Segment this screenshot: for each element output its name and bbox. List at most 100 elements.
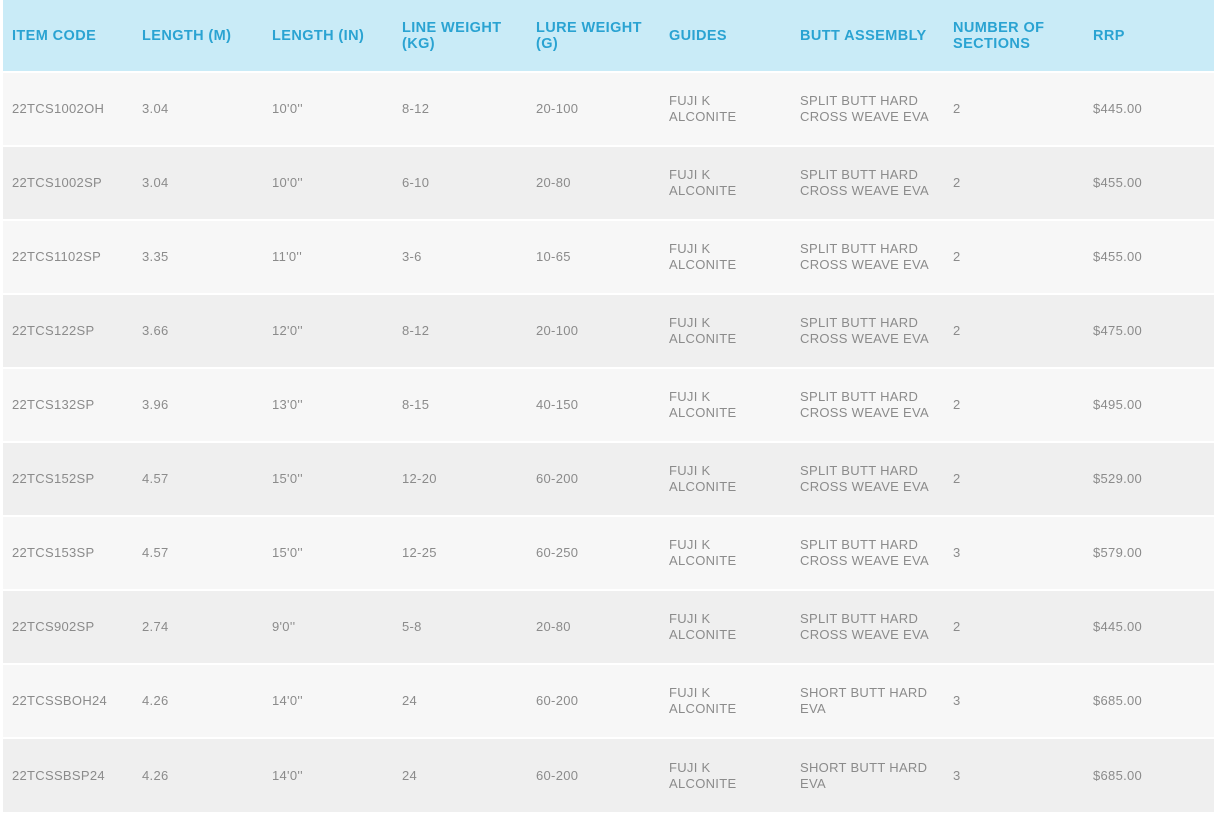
cell-line-weight: 3-6	[393, 219, 527, 294]
butt-line2: CROSS WEAVE EVA	[800, 405, 929, 420]
butt-line1: SPLIT BUTT HARD	[800, 315, 919, 330]
header-label-line1: LENGTH (IN)	[272, 27, 365, 44]
cell-length-in: 10'0''	[263, 145, 393, 220]
butt-line1: SPLIT BUTT HARD	[800, 167, 919, 182]
cell-line-weight: 8-15	[393, 367, 527, 442]
cell-item-code: 22TCS132SP	[3, 367, 133, 442]
cell-lure-weight: 60-200	[527, 441, 660, 516]
butt-line2: CROSS WEAVE EVA	[800, 257, 929, 272]
table-row: 22TCS152SP 4.57 15'0'' 12-20 60-200 FUJI K ALC…	[3, 441, 1214, 516]
cell-length-in: 14'0''	[263, 737, 393, 812]
cell-guides: FUJI K ALCONITE	[660, 441, 791, 516]
table-body: 22TCS1002OH 3.04 10'0'' 8-12 20-100 FUJI K ALC…	[3, 71, 1214, 812]
butt-line1: SPLIT BUTT HARD	[800, 241, 919, 256]
header-butt-assembly: BUTT ASSEMBLY	[791, 0, 944, 72]
cell-lure-weight: 20-80	[527, 145, 660, 220]
header-length-m: LENGTH (M)	[133, 0, 263, 72]
header-label-line1: LENGTH (M)	[142, 27, 232, 44]
guides-line1: FUJI K	[669, 759, 711, 775]
guides-line1: FUJI K	[669, 315, 711, 330]
cell-length-m: 3.66	[133, 293, 263, 368]
header-line-weight: LINE WEIGHT (KG)	[393, 0, 527, 72]
cell-guides: FUJI K ALCONITE	[660, 293, 791, 368]
cell-butt-assembly: SHORT BUTT HARD EVA	[791, 737, 944, 812]
guides-line2: ALCONITE	[669, 775, 737, 791]
cell-length-m: 3.04	[133, 145, 263, 220]
header-label-line2: (G)	[536, 35, 559, 52]
cell-sections: 2	[944, 367, 1084, 442]
table-row: 22TCS1102SP 3.35 11'0'' 3-6 10-65 FUJI K ALCON…	[3, 219, 1214, 294]
cell-lure-weight: 20-100	[527, 293, 660, 368]
cell-sections: 2	[944, 589, 1084, 664]
guides-line1: FUJI K	[669, 463, 711, 478]
table-row: 22TCS132SP 3.96 13'0'' 8-15 40-150 FUJI K ALCO…	[3, 367, 1214, 442]
cell-rrp: $579.00	[1084, 515, 1214, 590]
butt-line1: SPLIT BUTT HARD	[800, 611, 919, 626]
cell-length-m: 3.35	[133, 219, 263, 294]
header-row: ITEM CODE LENGTH (M) LENGTH (IN) LINE WEIGH…	[3, 0, 1214, 72]
cell-sections: 2	[944, 219, 1084, 294]
cell-item-code: 22TCS152SP	[3, 441, 133, 516]
cell-rrp: $475.00	[1084, 293, 1214, 368]
cell-length-m: 2.74	[133, 589, 263, 664]
cell-length-m: 3.96	[133, 367, 263, 442]
cell-length-in: 12'0''	[263, 293, 393, 368]
cell-line-weight: 24	[393, 663, 527, 738]
cell-lure-weight: 60-200	[527, 737, 660, 812]
cell-item-code: 22TCSSBSP24	[3, 737, 133, 812]
header-number-of-sections: NUMBER OF SECTIONS	[944, 0, 1084, 72]
cell-butt-assembly: SPLIT BUTT HARD CROSS WEAVE EVA	[791, 293, 944, 368]
cell-item-code: 22TCSSBOH24	[3, 663, 133, 738]
cell-sections: 2	[944, 293, 1084, 368]
cell-sections: 3	[944, 515, 1084, 590]
butt-line1: SPLIT BUTT HARD	[800, 389, 919, 404]
header-label-line1: RRP	[1093, 27, 1125, 44]
cell-guides: FUJI K ALCONITE	[660, 71, 791, 146]
butt-line2: EVA	[800, 775, 826, 791]
table-row: 22TCS902SP 2.74 9'0'' 5-8 20-80 FUJI K ALCONIT…	[3, 589, 1214, 664]
cell-length-in: 14'0''	[263, 663, 393, 738]
cell-item-code: 22TCS1102SP	[3, 219, 133, 294]
rod-spec-table: ITEM CODE LENGTH (M) LENGTH (IN) LINE WEIGH…	[3, 0, 1214, 812]
cell-butt-assembly: SPLIT BUTT HARD CROSS WEAVE EVA	[791, 145, 944, 220]
cell-lure-weight: 60-200	[527, 663, 660, 738]
guides-line2: ALCONITE	[669, 183, 737, 198]
cell-item-code: 22TCS1002SP	[3, 145, 133, 220]
butt-line2: CROSS WEAVE EVA	[800, 109, 929, 124]
cell-guides: FUJI K ALCONITE	[660, 589, 791, 664]
guides-line1: FUJI K	[669, 537, 711, 552]
cell-item-code: 22TCS1002OH	[3, 71, 133, 146]
cell-rrp: $529.00	[1084, 441, 1214, 516]
header-label-line1: ITEM CODE	[12, 27, 97, 44]
cell-sections: 3	[944, 663, 1084, 738]
header-rrp: RRP	[1084, 0, 1214, 72]
cell-sections: 2	[944, 71, 1084, 146]
butt-line2: CROSS WEAVE EVA	[800, 183, 929, 198]
cell-butt-assembly: SHORT BUTT HARD EVA	[791, 663, 944, 738]
cell-guides: FUJI K ALCONITE	[660, 145, 791, 220]
header-label-line1: LURE WEIGHT	[536, 19, 642, 36]
header-label-line1: NUMBER OF	[953, 19, 1045, 36]
cell-rrp: $685.00	[1084, 663, 1214, 738]
butt-line2: EVA	[800, 701, 826, 716]
cell-lure-weight: 20-80	[527, 589, 660, 664]
guides-line1: FUJI K	[669, 167, 711, 182]
cell-line-weight: 12-20	[393, 441, 527, 516]
cell-length-in: 11'0''	[263, 219, 393, 294]
cell-butt-assembly: SPLIT BUTT HARD CROSS WEAVE EVA	[791, 589, 944, 664]
header-label-line1: BUTT ASSEMBLY	[800, 27, 927, 44]
cell-rrp: $445.00	[1084, 589, 1214, 664]
header-lure-weight: LURE WEIGHT (G)	[527, 0, 660, 72]
cell-length-m: 3.04	[133, 71, 263, 146]
cell-rrp: $455.00	[1084, 145, 1214, 220]
cell-line-weight: 5-8	[393, 589, 527, 664]
butt-line1: SPLIT BUTT HARD	[800, 93, 919, 108]
cell-length-in: 10'0''	[263, 71, 393, 146]
table-row: 22TCS153SP 4.57 15'0'' 12-25 60-250 FUJI K ALC…	[3, 515, 1214, 590]
cell-guides: FUJI K ALCONITE	[660, 663, 791, 738]
cell-butt-assembly: SPLIT BUTT HARD CROSS WEAVE EVA	[791, 441, 944, 516]
cell-line-weight: 8-12	[393, 71, 527, 146]
guides-line2: ALCONITE	[669, 331, 737, 346]
cell-guides: FUJI K ALCONITE	[660, 219, 791, 294]
header-item-code: ITEM CODE	[3, 0, 133, 72]
